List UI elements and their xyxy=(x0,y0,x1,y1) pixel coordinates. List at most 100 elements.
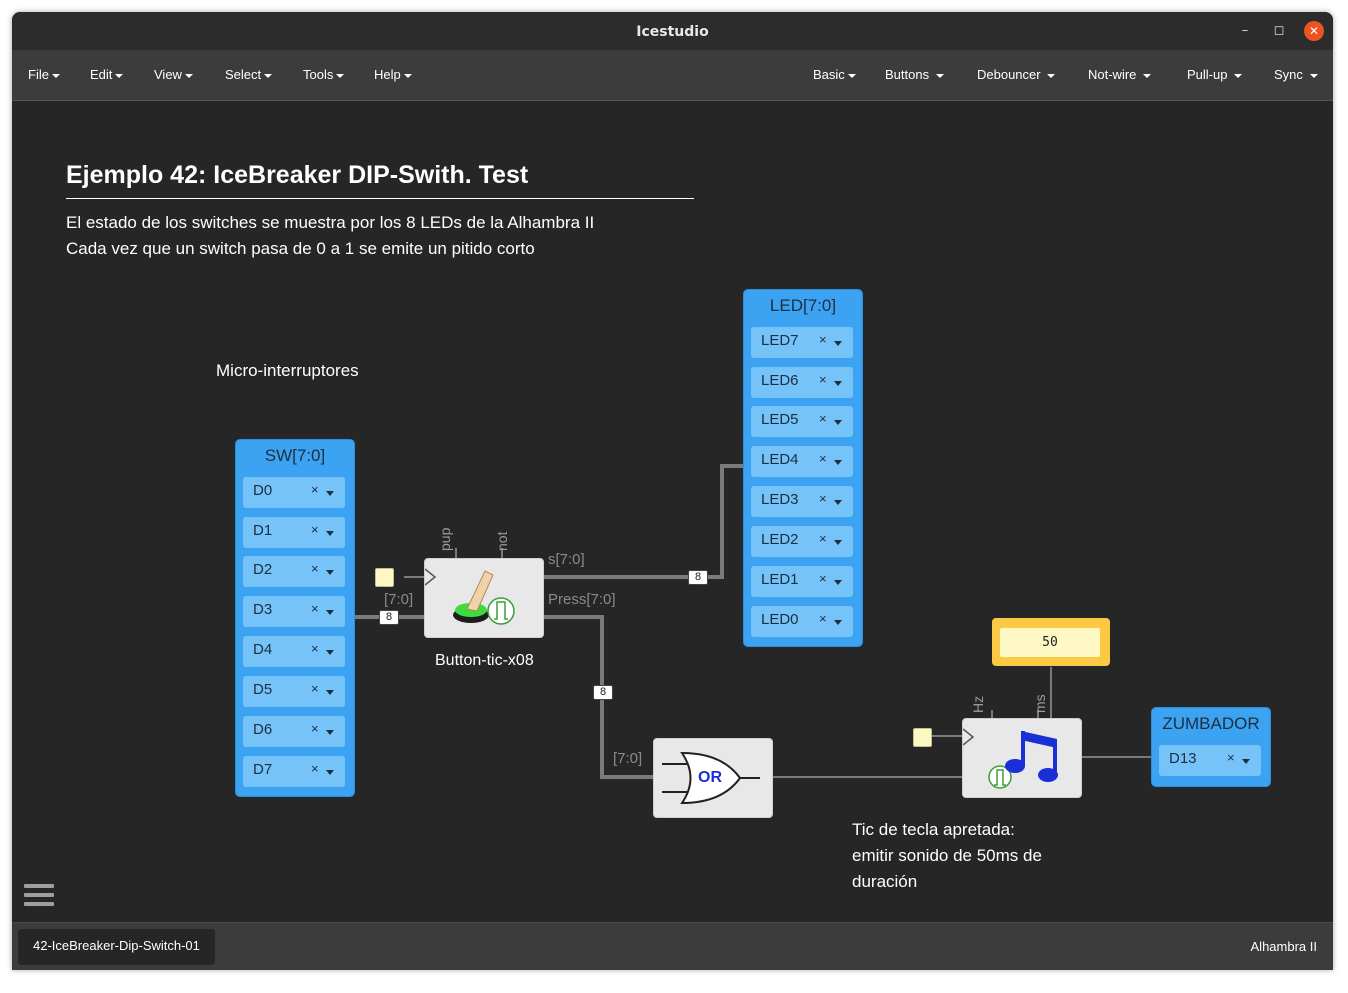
chevron-down-icon[interactable] xyxy=(326,650,334,655)
remove-icon[interactable]: × xyxy=(311,482,319,497)
caret-down-icon xyxy=(935,73,944,78)
chevron-down-icon[interactable] xyxy=(326,730,334,735)
status-bar: 42-IceBreaker-Dip-Switch-01 Alhambra II xyxy=(12,922,1333,970)
sw-pin-d4[interactable]: D4 × xyxy=(243,636,345,667)
remove-icon[interactable]: × xyxy=(311,601,319,616)
sw-pin-d7[interactable]: D7 × xyxy=(243,756,345,787)
chevron-down-icon[interactable] xyxy=(834,500,842,505)
buzzer-pin-d13[interactable]: D13 × xyxy=(1159,745,1261,776)
hamburger-icon[interactable] xyxy=(24,884,54,911)
led-pin-led4[interactable]: LED4 × xyxy=(751,446,853,477)
caret-down-icon xyxy=(115,73,124,78)
chevron-down-icon[interactable] xyxy=(834,460,842,465)
chevron-down-icon[interactable] xyxy=(1242,759,1250,764)
minimize-icon[interactable]: – xyxy=(1235,21,1255,41)
menu-select[interactable]: Select xyxy=(225,67,273,82)
chevron-down-icon[interactable] xyxy=(834,420,842,425)
led-pin-led3[interactable]: LED3 × xyxy=(751,486,853,517)
tone-param-input[interactable] xyxy=(913,728,932,747)
led-pin-led7[interactable]: LED7 × xyxy=(751,327,853,358)
buzzer-output-block[interactable]: ZUMBADOR D13 × xyxy=(1151,707,1271,787)
switch-input-block[interactable]: SW[7:0] D0 × D1 × D2 × D3 × D4 × D5 × D6 × D7 × xyxy=(235,439,355,797)
note-line-3: duración xyxy=(852,872,918,891)
chevron-down-icon[interactable] xyxy=(326,570,334,575)
menu-help[interactable]: Help xyxy=(374,67,412,82)
button-param-input[interactable] xyxy=(375,568,394,587)
param-not-label: not xyxy=(494,531,510,551)
collection-sync[interactable]: Sync xyxy=(1274,67,1318,82)
param-hz-label: Hz xyxy=(970,695,986,713)
remove-icon[interactable]: × xyxy=(311,761,319,776)
remove-icon[interactable]: × xyxy=(819,611,827,626)
remove-icon[interactable]: × xyxy=(819,372,827,387)
collection-pull-up[interactable]: Pull-up xyxy=(1187,67,1243,82)
buzzer-block-title: ZUMBADOR xyxy=(1162,714,1260,733)
note-line-1: Tic de tecla apretada: xyxy=(852,820,1015,839)
led-pin-led6[interactable]: LED6 × xyxy=(751,367,853,398)
button-output-s: s[7:0] xyxy=(548,551,585,568)
chevron-down-icon[interactable] xyxy=(326,491,334,496)
close-icon[interactable]: ✕ xyxy=(1304,21,1324,41)
bus-size-badge: 8 xyxy=(379,610,399,625)
chevron-down-icon[interactable] xyxy=(326,531,334,536)
remove-icon[interactable]: × xyxy=(311,681,319,696)
sw-block-title: SW[7:0] xyxy=(264,446,326,465)
collection-buttons[interactable]: Buttons xyxy=(885,67,944,82)
bus-size-badge: 8 xyxy=(688,570,708,585)
led-pin-led1[interactable]: LED1 × xyxy=(751,566,853,597)
chevron-down-icon[interactable] xyxy=(326,690,334,695)
board-name[interactable]: Alhambra II xyxy=(1251,939,1317,954)
constant-block[interactable]: 50 xyxy=(992,618,1110,666)
menu-file[interactable]: File xyxy=(28,67,60,82)
sw-pin-d3[interactable]: D3 × xyxy=(243,596,345,627)
remove-icon[interactable]: × xyxy=(1227,750,1235,765)
bus-size-badge: 8 xyxy=(593,685,613,700)
sw-pin-d0[interactable]: D0 × xyxy=(243,477,345,508)
caret-down-icon xyxy=(336,73,345,78)
chevron-down-icon[interactable] xyxy=(326,770,334,775)
led-pin-led2[interactable]: LED2 × xyxy=(751,526,853,557)
chevron-down-icon[interactable] xyxy=(834,381,842,386)
caret-down-icon xyxy=(1234,73,1243,78)
collection-debouncer[interactable]: Debouncer xyxy=(977,67,1056,82)
remove-icon[interactable]: × xyxy=(819,411,827,426)
remove-icon[interactable]: × xyxy=(311,561,319,576)
chevron-down-icon[interactable] xyxy=(834,341,842,346)
button-tic-block[interactable] xyxy=(424,558,544,638)
remove-icon[interactable]: × xyxy=(819,571,827,586)
menu-tools[interactable]: Tools xyxy=(303,67,345,82)
sw-pin-d2[interactable]: D2 × xyxy=(243,556,345,587)
sw-pin-d5[interactable]: D5 × xyxy=(243,676,345,707)
remove-icon[interactable]: × xyxy=(819,491,827,506)
chevron-down-icon[interactable] xyxy=(834,580,842,585)
maximize-icon[interactable]: ◻ xyxy=(1269,21,1289,41)
remove-icon[interactable]: × xyxy=(311,721,319,736)
remove-icon[interactable]: × xyxy=(819,451,827,466)
remove-icon[interactable]: × xyxy=(819,531,827,546)
sw-pin-d6[interactable]: D6 × xyxy=(243,716,345,747)
collection-not-wire[interactable]: Not-wire xyxy=(1088,67,1152,82)
menu-view[interactable]: View xyxy=(154,67,193,82)
tone-generator-block[interactable] xyxy=(962,718,1082,798)
menu-edit[interactable]: Edit xyxy=(90,67,124,82)
collection-basic[interactable]: Basic xyxy=(813,67,856,82)
note-line-2: emitir sonido de 50ms de xyxy=(852,846,1042,865)
chevron-down-icon[interactable] xyxy=(834,540,842,545)
button-output-press: Press[7:0] xyxy=(548,591,616,608)
file-tab[interactable]: 42-IceBreaker-Dip-Switch-01 xyxy=(18,929,215,965)
remove-icon[interactable]: × xyxy=(311,641,319,656)
push-button-icon xyxy=(424,568,515,625)
caret-down-icon xyxy=(1309,73,1318,78)
remove-icon[interactable]: × xyxy=(819,332,827,347)
sw-pin-d1[interactable]: D1 × xyxy=(243,517,345,548)
design-canvas[interactable]: Ejemplo 42: IceBreaker DIP-Swith. Test E… xyxy=(12,101,1333,934)
or-gate-block[interactable]: OR xyxy=(653,738,773,818)
led-pin-led0[interactable]: LED0 × xyxy=(751,606,853,637)
led-output-block[interactable]: LED[7:0] LED7 × LED6 × LED5 × LED4 × LED3 × L… xyxy=(743,289,863,647)
chevron-down-icon[interactable] xyxy=(834,620,842,625)
constant-value-field[interactable]: 50 xyxy=(1000,628,1100,657)
or-input-port: [7:0] xyxy=(613,750,643,767)
chevron-down-icon[interactable] xyxy=(326,610,334,615)
led-pin-led5[interactable]: LED5 × xyxy=(751,406,853,437)
remove-icon[interactable]: × xyxy=(311,522,319,537)
